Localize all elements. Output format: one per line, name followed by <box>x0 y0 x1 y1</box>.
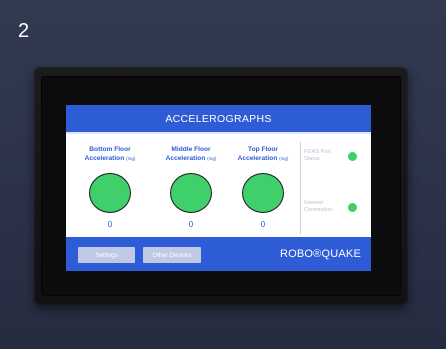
fdas-port-status-title: FDAS Port <box>304 149 331 155</box>
internet-connection-subtitle: Connection <box>304 207 333 213</box>
middle-floor-indicator[interactable] <box>170 173 212 213</box>
sensor-middle-floor-label: Middle Floor Acceleration (mg) <box>155 146 227 163</box>
internet-connection-indicator <box>348 203 357 212</box>
sensor-top-floor-label: Top Floor Acceleration (mg) <box>227 146 299 163</box>
bottom-floor-value: 0 <box>107 220 113 229</box>
sensor-top-floor-unit: (mg) <box>279 155 289 161</box>
bottom-floor-indicator[interactable] <box>89 173 131 213</box>
status-divider <box>300 142 301 234</box>
internet-connection-label: Internet Connection <box>304 200 332 214</box>
sensor-bottom-floor: Bottom Floor Acceleration (mg) 0 <box>74 134 146 237</box>
sensor-middle-floor-subtitle: Acceleration <box>165 154 206 162</box>
sensor-top-floor-subtitle: Acceleration <box>237 154 278 162</box>
fdas-port-status: FDAS Port Status <box>304 149 368 169</box>
sensor-top-floor-title: Top Floor <box>248 146 278 153</box>
sensor-middle-floor-title: Middle Floor <box>171 146 211 153</box>
title-bar: ACCELEROGRAPHS <box>66 105 371 132</box>
footer-bar: Settings Other Devices ROBO®QUAKE <box>66 237 371 271</box>
sensor-bottom-floor-title: Bottom Floor <box>89 146 131 153</box>
sensor-bottom-floor-label: Bottom Floor Acceleration (mg) <box>74 146 146 163</box>
page-title: ACCELEROGRAPHS <box>165 112 272 125</box>
middle-floor-value: 0 <box>188 220 194 229</box>
fdas-port-status-label: FDAS Port Status <box>304 149 331 163</box>
sensor-panel: Bottom Floor Acceleration (mg) 0 Middle … <box>66 134 371 237</box>
top-floor-indicator[interactable] <box>242 173 284 213</box>
photo-number-label: 2 <box>18 20 30 42</box>
internet-connection-status: Internet Connection <box>304 200 368 220</box>
sensor-middle-floor: Middle Floor Acceleration (mg) 0 <box>155 134 227 237</box>
fdas-port-status-subtitle: Status <box>304 156 320 162</box>
brand-logo: ROBO®QUAKE <box>279 248 361 260</box>
top-floor-value: 0 <box>260 220 266 229</box>
settings-button[interactable]: Settings <box>78 247 135 263</box>
sensor-bottom-floor-unit: (mg) <box>126 155 136 161</box>
touchscreen-display: ACCELEROGRAPHS Bottom Floor Acceleration… <box>66 105 371 271</box>
sensor-middle-floor-unit: (mg) <box>207 155 217 161</box>
other-devices-button[interactable]: Other Devices <box>143 247 201 263</box>
sensor-top-floor: Top Floor Acceleration (mg) 0 <box>227 134 299 237</box>
internet-connection-title: Internet <box>304 200 323 206</box>
sensor-bottom-floor-subtitle: Acceleration <box>84 154 125 162</box>
fdas-port-status-indicator <box>348 152 357 161</box>
